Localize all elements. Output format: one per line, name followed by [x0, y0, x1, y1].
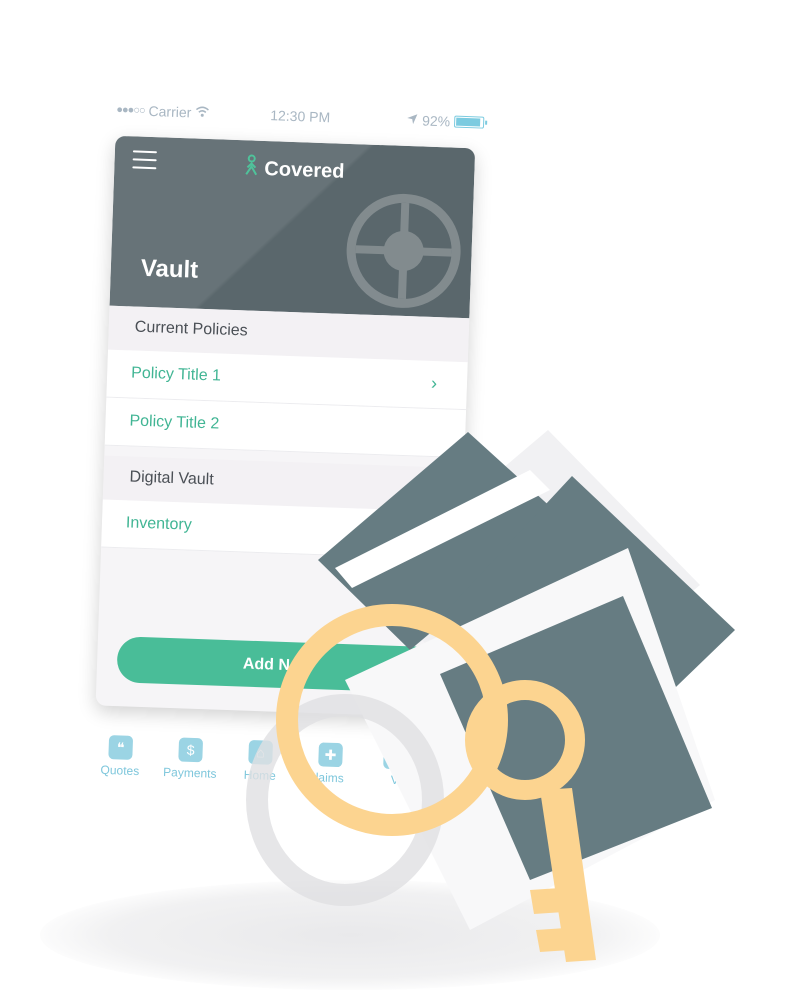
- app-card: Covered Vault Current Policies Policy Ti…: [95, 135, 476, 718]
- quote-bubble-icon: ❝: [108, 735, 134, 760]
- tab-label: Payments: [162, 764, 217, 781]
- ground-shadow: [40, 880, 660, 990]
- hamburger-menu-icon[interactable]: [132, 150, 157, 175]
- chevron-right-icon: ›: [430, 372, 438, 394]
- document-dark-2: [438, 476, 735, 770]
- status-left: ●●●○○ Carrier: [116, 102, 210, 121]
- tab-payments[interactable]: $ Payments: [155, 737, 226, 781]
- document-front-dark: [440, 596, 712, 880]
- add-new-button[interactable]: Add New: [116, 636, 438, 694]
- status-bar: ●●●○○ Carrier 12:30 PM 92%: [108, 102, 490, 135]
- phone-screen: ●●●○○ Carrier 12:30 PM 92% Covered Vault…: [87, 94, 490, 727]
- bottom-tab-bar: ❝ Quotes $ Payments ⌂ Home ✚ laims ▣ V: [89, 734, 411, 805]
- page-title: Vault: [140, 254, 199, 284]
- tab-label: laims: [315, 770, 345, 786]
- vault-header: Covered Vault: [109, 135, 476, 319]
- status-right: 92%: [406, 112, 485, 131]
- tab-label: Quotes: [100, 762, 140, 779]
- status-time: 12:30 PM: [269, 107, 331, 126]
- location-arrow-icon: [406, 112, 419, 128]
- tab-label: Home: [243, 767, 277, 783]
- tab-home[interactable]: ⌂ Home: [225, 739, 296, 783]
- vault-icon: ▣: [383, 744, 408, 770]
- brand-logo: Covered: [244, 154, 345, 185]
- tab-quotes[interactable]: ❝ Quotes: [85, 734, 156, 778]
- home-icon: ⌂: [248, 739, 274, 765]
- brand-name: Covered: [264, 157, 345, 183]
- vault-item-title: Inventory: [125, 514, 193, 534]
- wifi-icon: [195, 105, 210, 121]
- tab-label: V: [390, 772, 399, 788]
- tab-claims[interactable]: ✚ laims: [295, 742, 366, 786]
- carrier-name: Carrier: [148, 102, 192, 121]
- policy-title: Policy Title 2: [129, 412, 220, 433]
- signal-strength-icon: ●●●○○: [116, 103, 145, 117]
- covered-logo-icon: [244, 154, 259, 182]
- claims-bandage-icon: ✚: [318, 742, 343, 768]
- policy-title: Policy Title 1: [130, 364, 222, 385]
- tab-vault[interactable]: ▣ V: [360, 744, 431, 788]
- battery-percent: 92%: [421, 112, 451, 130]
- payments-icon: $: [178, 737, 204, 763]
- battery-icon: [453, 115, 485, 129]
